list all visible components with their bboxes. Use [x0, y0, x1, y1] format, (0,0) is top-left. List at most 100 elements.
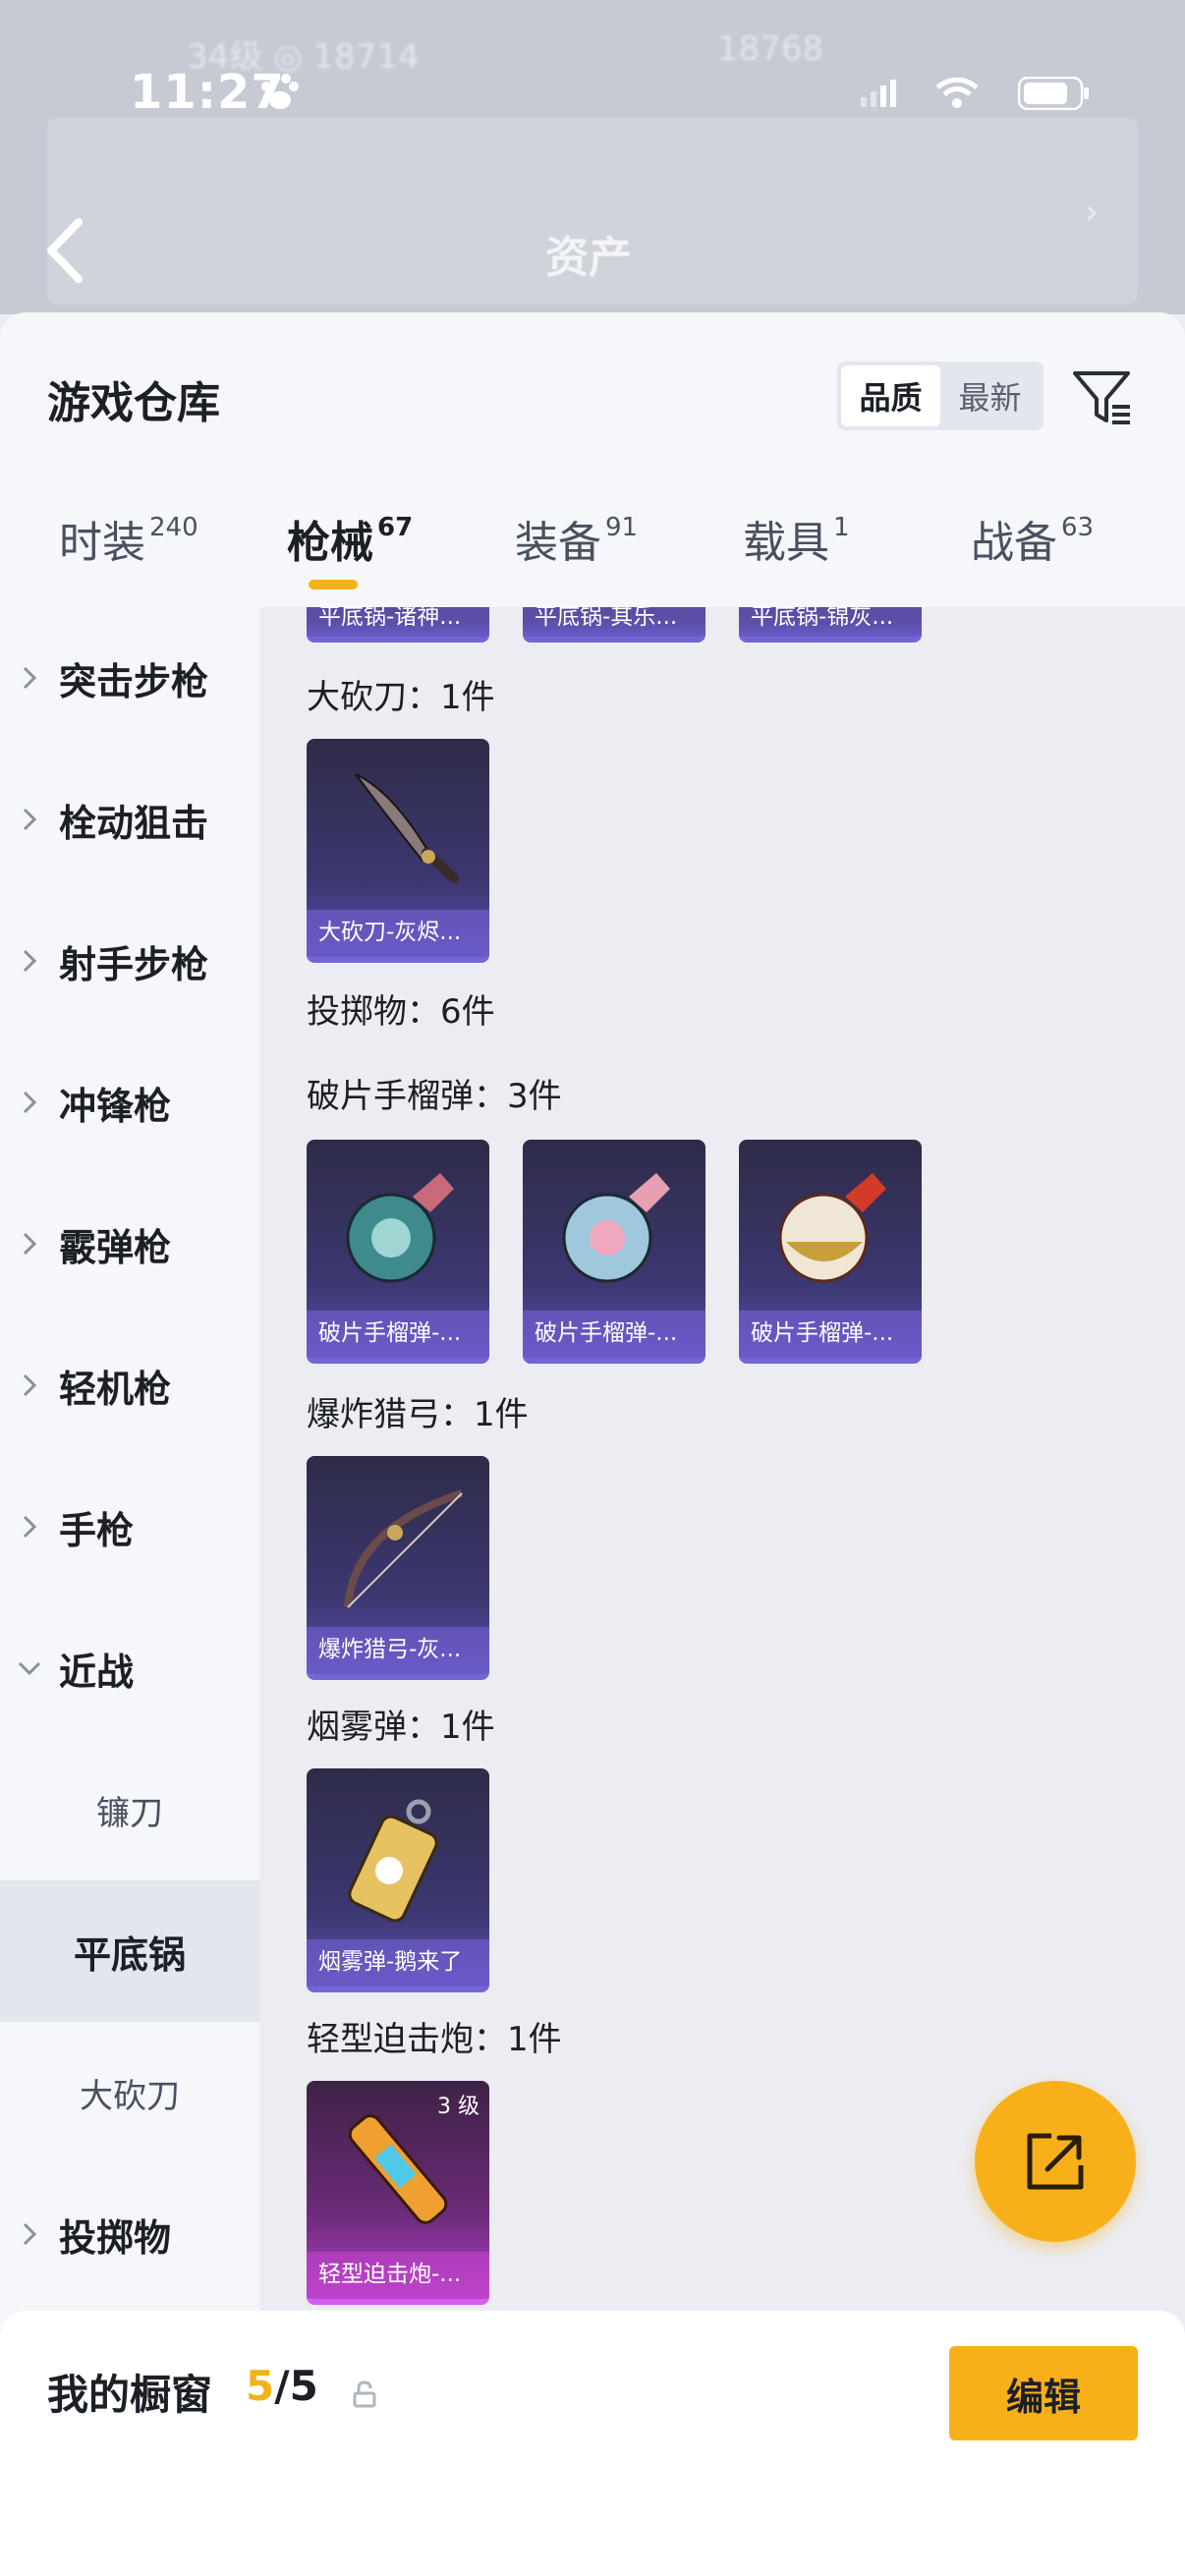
sidebar-item-throwables[interactable]: 投掷物 — [0, 2163, 259, 2305]
item-card-name: 平底锅-锦灰... — [739, 607, 922, 637]
category-label: 破片手榴弹：3件 — [307, 1077, 562, 1116]
sidebar-item-label: 射手步枪 — [59, 942, 209, 986]
tab-count: 1 — [833, 513, 850, 543]
tab-label: 载具 — [743, 518, 829, 568]
item-card[interactable]: 爆炸猎弓-灰... — [307, 1456, 489, 1680]
category-label: 爆炸猎弓：1件 — [307, 1395, 529, 1434]
item-card[interactable]: 平底锅-诸神... — [307, 607, 489, 643]
share-icon — [1027, 2133, 1084, 2190]
chevron-right-icon — [0, 1372, 59, 1398]
sidebar-item-label: 突击步枪 — [59, 659, 209, 703]
item-card[interactable]: 破片手榴弹-... — [307, 1140, 489, 1364]
tab-fashion[interactable]: 时装 240 — [59, 507, 198, 570]
item-card[interactable]: 大砍刀-灰烬... — [307, 739, 489, 963]
filter-icon[interactable] — [1071, 365, 1134, 428]
item-card[interactable]: 平底锅-其乐... — [523, 607, 705, 643]
sidebar-item-label: 栓动狙击 — [59, 801, 209, 845]
chevron-right-icon — [0, 1514, 59, 1540]
sidebar: 突击步枪 栓动狙击 射手步枪 冲锋枪 霰弹枪 轻机枪 手枪 近战 镰刀 平底锅 … — [0, 607, 259, 2328]
showcase-count: 5/5 — [246, 2362, 318, 2410]
sidebar-item-assault-rifle[interactable]: 突击步枪 — [0, 607, 259, 749]
sidebar-item-label: 冲锋枪 — [59, 1084, 172, 1128]
item-card-name: 烟雾弹-鹅来了 — [307, 1939, 489, 1987]
sidebar-item-shotgun[interactable]: 霰弹枪 — [0, 1173, 259, 1315]
bow-icon — [344, 1489, 464, 1608]
item-card[interactable]: 烟雾弹-鹅来了 — [307, 1768, 489, 1992]
item-card-name: 平底锅-诸神... — [307, 607, 489, 637]
sort-quality-button[interactable]: 品质 — [841, 365, 940, 426]
item-card[interactable]: 平底锅-锦灰... — [739, 607, 922, 643]
item-card[interactable]: 破片手榴弹-... — [523, 1140, 705, 1364]
sidebar-item-bolt-sniper[interactable]: 栓动狙击 — [0, 749, 259, 890]
showcase-current: 5 — [246, 2362, 275, 2410]
showcase-label: 我的橱窗 — [47, 2371, 213, 2419]
grenade-icon — [562, 1173, 670, 1283]
background-title: 资产 — [545, 233, 632, 283]
grenade-icon — [346, 1173, 454, 1283]
item-card-name: 爆炸猎弓-灰... — [307, 1627, 489, 1674]
signal-icon — [861, 80, 896, 107]
showcase-bar: 我的橱窗 5/5 编辑 — [0, 2311, 1185, 2576]
chevron-right-icon — [0, 948, 59, 974]
warehouse-sheet: 游戏仓库 品质 最新 时装 240 枪械 67 装备 91 载具 1 战备 63 突击步枪… — [0, 312, 1185, 2576]
mortar-icon — [348, 2114, 448, 2224]
item-card-name: 破片手榴弹-... — [307, 1311, 489, 1358]
category-label: 大砍刀：1件 — [307, 678, 495, 717]
item-card-name: 破片手榴弹-... — [523, 1311, 705, 1358]
tab-vehicles[interactable]: 载具 1 — [743, 507, 850, 570]
page-title: 游戏仓库 — [47, 378, 220, 428]
tab-label: 战备 — [971, 518, 1057, 568]
share-button[interactable] — [975, 2081, 1136, 2242]
sheet-header: 游戏仓库 品质 最新 时装 240 枪械 67 装备 91 载具 1 战备 63 — [0, 312, 1185, 607]
chevron-right-icon: › — [1085, 193, 1099, 232]
active-tab-indicator — [309, 580, 358, 589]
sidebar-item-label: 手枪 — [59, 1508, 135, 1552]
category-label: 投掷物：6件 — [307, 992, 495, 1032]
tab-firearms[interactable]: 枪械 67 — [287, 507, 413, 570]
sidebar-item-smg[interactable]: 冲锋枪 — [0, 1032, 259, 1173]
tab-equipment[interactable]: 装备 91 — [515, 507, 638, 570]
sidebar-item-pistol[interactable]: 手枪 — [0, 1456, 259, 1597]
item-card[interactable]: 破片手榴弹-... — [739, 1140, 922, 1364]
sort-toggle: 品质 最新 — [837, 362, 1044, 430]
chevron-right-icon — [0, 2221, 59, 2247]
category-tabs: 时装 240 枪械 67 装备 91 载具 1 战备 63 — [0, 507, 1185, 607]
sidebar-item-label: 霰弹枪 — [59, 1225, 172, 1269]
sidebar-item-lmg[interactable]: 轻机枪 — [0, 1315, 259, 1456]
sidebar-item-label: 投掷物 — [59, 2215, 172, 2260]
tab-label: 枪械 — [287, 518, 373, 568]
sidebar-item-label: 近战 — [59, 1650, 135, 1694]
back-icon[interactable] — [43, 216, 86, 285]
category-label: 轻型迫击炮：1件 — [307, 2020, 562, 2059]
category-label: 烟雾弹：1件 — [307, 1708, 495, 1747]
tab-count: 63 — [1061, 513, 1095, 543]
item-card-name: 平底锅-其乐... — [523, 607, 705, 637]
chevron-down-icon — [0, 1660, 59, 1676]
edit-button[interactable]: 编辑 — [949, 2346, 1138, 2440]
smoke-grenade-icon — [348, 1799, 438, 1923]
chevron-right-icon — [0, 1090, 59, 1115]
chevron-right-icon — [0, 1231, 59, 1257]
tab-tactical[interactable]: 战备 63 — [971, 507, 1094, 570]
grenade-icon — [778, 1173, 886, 1283]
sidebar-item-marksman-rifle[interactable]: 射手步枪 — [0, 890, 259, 1032]
sidebar-item-label: 轻机枪 — [59, 1367, 172, 1411]
machete-icon — [355, 773, 459, 883]
background-stat: 18768 — [717, 29, 824, 69]
paw-icon — [261, 74, 299, 109]
battery-icon — [1018, 77, 1089, 110]
item-list: 平底锅-诸神... 平底锅-其乐... 平底锅-锦灰... 大砍刀：1件 大砍刀… — [259, 607, 1185, 2328]
sidebar-subitem-frying-pan[interactable]: 平底锅 — [0, 1880, 259, 2022]
sidebar-subitem-machete[interactable]: 大砍刀 — [0, 2022, 259, 2163]
sidebar-subitem-scythe[interactable]: 镰刀 — [0, 1739, 259, 1880]
background-header: 34级 ◎ 18714 18768 11:27 资产 › — [0, 0, 1185, 314]
tab-count: 240 — [149, 513, 198, 543]
showcase-total: /5 — [274, 2362, 318, 2410]
tab-count: 91 — [605, 513, 639, 543]
chevron-right-icon — [0, 807, 59, 832]
item-card[interactable]: 3 级 轻型迫击炮-... — [307, 2081, 489, 2305]
sidebar-item-melee[interactable]: 近战 — [0, 1597, 259, 1739]
item-card-name: 轻型迫击炮-... — [307, 2252, 489, 2299]
item-card-name: 大砍刀-灰烬... — [307, 910, 489, 957]
sort-newest-button[interactable]: 最新 — [940, 365, 1040, 426]
